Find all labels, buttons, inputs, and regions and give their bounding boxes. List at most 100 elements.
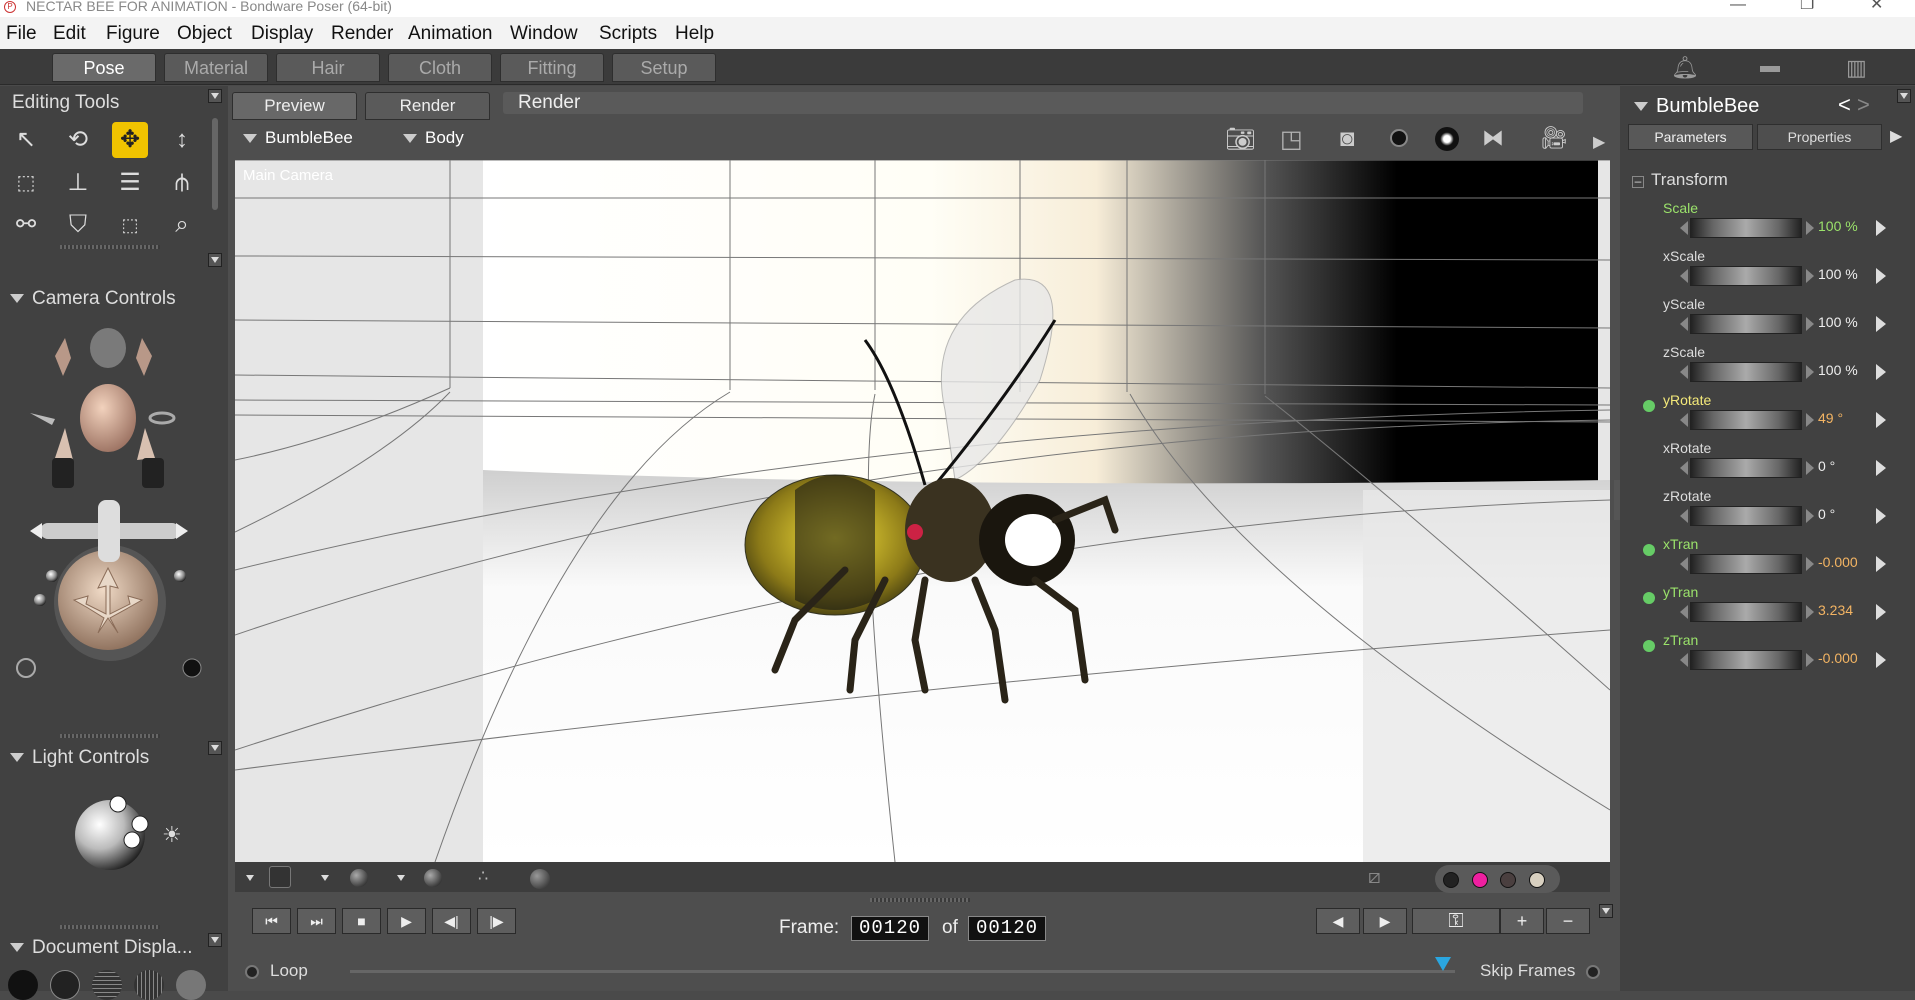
collapse-transform-icon[interactable]: – (1632, 175, 1644, 188)
display-style-outline[interactable] (50, 970, 80, 1000)
param-menu-arrow-icon[interactable] (1876, 268, 1886, 284)
param-dial[interactable] (1690, 410, 1802, 430)
camera-controls-menu-button[interactable] (208, 253, 222, 267)
menu-object[interactable]: Object (177, 23, 232, 45)
dial-decrease-icon[interactable] (1680, 605, 1688, 619)
shading-sphere-icon[interactable] (530, 869, 550, 889)
timeline-menu-button[interactable] (1599, 904, 1613, 918)
dial-increase-icon[interactable] (1806, 653, 1814, 667)
dial-decrease-icon[interactable] (1680, 557, 1688, 571)
param-dial[interactable] (1690, 650, 1802, 670)
dial-increase-icon[interactable] (1806, 509, 1814, 523)
grouping-tool-icon[interactable]: ⛉ (60, 207, 96, 243)
dial-increase-icon[interactable] (1806, 269, 1814, 283)
previous-frame-button[interactable]: ◀| (432, 908, 471, 934)
chain-break-tool-icon[interactable]: ⫛ (164, 165, 200, 201)
next-frame-button[interactable]: |▶ (477, 908, 516, 934)
param-dial[interactable] (1690, 218, 1802, 238)
param-value[interactable]: -0.000 (1818, 650, 1858, 666)
camera-view-icon[interactable]: ◙ (1340, 125, 1355, 153)
dial-decrease-icon[interactable] (1680, 509, 1688, 523)
display-style-lit-wireframe[interactable] (176, 970, 206, 1000)
preview-sphere-icon[interactable] (1390, 129, 1408, 147)
tab-render[interactable]: Render (365, 92, 490, 120)
param-value[interactable]: -0.000 (1818, 554, 1858, 570)
chat-icon[interactable]: ▬ (1760, 55, 1780, 78)
camera-controls-widget[interactable] (10, 318, 210, 688)
param-menu-arrow-icon[interactable] (1876, 604, 1886, 620)
document-display-title[interactable]: Document Displa... (10, 937, 193, 959)
previous-keyframe-button[interactable]: ◀ (1316, 908, 1360, 934)
loop-toggle[interactable] (245, 965, 259, 979)
light-controls-widget[interactable]: ☀ (70, 790, 200, 880)
taper-tool-icon[interactable]: ☰ (112, 165, 148, 201)
color-tool-icon[interactable]: ⚯ (8, 207, 44, 243)
param-menu-arrow-icon[interactable] (1876, 460, 1886, 476)
element-style-menu[interactable] (319, 872, 333, 886)
menu-help[interactable]: Help (675, 23, 714, 45)
body-part-select[interactable]: Body (403, 128, 464, 148)
background-color-swatch[interactable] (1472, 872, 1488, 888)
dial-decrease-icon[interactable] (1680, 461, 1688, 475)
figure-style-box-icon[interactable] (269, 866, 291, 888)
tab-parameters[interactable]: Parameters (1628, 124, 1753, 150)
tab-pose[interactable]: Pose (52, 53, 156, 82)
param-menu-arrow-icon[interactable] (1876, 220, 1886, 236)
parameters-menu-button[interactable] (1897, 89, 1911, 103)
tab-hair[interactable]: Hair (276, 53, 380, 82)
light-controls-menu-button[interactable] (208, 741, 222, 755)
editing-tools-scrollbar[interactable] (212, 118, 218, 210)
param-value[interactable]: 100 % (1818, 362, 1858, 378)
tab-properties[interactable]: Properties (1757, 124, 1882, 150)
document-style-sphere-icon[interactable] (424, 869, 442, 887)
menu-render[interactable]: Render (331, 23, 393, 45)
previous-actor-icon[interactable]: < (1838, 92, 1851, 118)
translate-in-out-tool-icon[interactable]: ↕ (164, 122, 200, 158)
param-menu-arrow-icon[interactable] (1876, 364, 1886, 380)
param-menu-arrow-icon[interactable] (1876, 316, 1886, 332)
menu-scripts[interactable]: Scripts (599, 23, 657, 45)
param-value[interactable]: 100 % (1818, 218, 1858, 234)
camera-controls-title[interactable]: Camera Controls (10, 288, 176, 310)
dial-decrease-icon[interactable] (1680, 221, 1688, 235)
dial-decrease-icon[interactable] (1680, 413, 1688, 427)
area-render-icon[interactable]: ◳ (1280, 125, 1303, 154)
param-value[interactable]: 3.234 (1818, 602, 1853, 618)
element-style-sphere-icon[interactable] (350, 869, 368, 887)
tabs-more-arrow-icon[interactable]: ▶ (1890, 126, 1902, 146)
go-to-end-button[interactable]: ⏭ (297, 908, 336, 934)
param-value[interactable]: 100 % (1818, 266, 1858, 282)
param-dial[interactable] (1690, 458, 1802, 478)
param-value[interactable]: 0 ° (1818, 506, 1835, 522)
add-keyframe-button[interactable]: + (1500, 908, 1544, 934)
ground-color-swatch[interactable] (1529, 872, 1545, 888)
panel-resize-handle[interactable] (1614, 480, 1620, 520)
tab-cloth[interactable]: Cloth (388, 53, 492, 82)
dial-increase-icon[interactable] (1806, 461, 1814, 475)
param-dial[interactable] (1690, 506, 1802, 526)
document-style-menu[interactable] (395, 872, 409, 886)
viewport-3d[interactable]: Main Camera (235, 160, 1610, 862)
panel-divider-handle[interactable] (60, 245, 160, 249)
skip-frames-toggle[interactable] (1586, 965, 1600, 979)
dial-decrease-icon[interactable] (1680, 365, 1688, 379)
param-dial[interactable] (1690, 314, 1802, 334)
display-style-hidden-line[interactable] (134, 970, 164, 1000)
tab-preview[interactable]: Preview (232, 92, 357, 120)
multi-sphere-icon[interactable]: ∴ (478, 866, 508, 890)
rewind-button[interactable]: ⏮ (252, 908, 291, 934)
dial-increase-icon[interactable] (1806, 221, 1814, 235)
stop-button[interactable]: ■ (342, 908, 381, 934)
param-menu-arrow-icon[interactable] (1876, 556, 1886, 572)
magnify-icon[interactable]: ⌕ (164, 207, 200, 243)
ruler-icon[interactable]: ⧄ (1368, 866, 1381, 889)
editing-tools-menu-button[interactable] (208, 89, 222, 103)
menu-display[interactable]: Display (251, 23, 313, 45)
document-display-menu-button[interactable] (208, 933, 222, 947)
dial-decrease-icon[interactable] (1680, 653, 1688, 667)
menu-figure[interactable]: Figure (106, 23, 160, 45)
render-sphere-icon[interactable] (1435, 127, 1459, 151)
figure-style-menu[interactable] (244, 872, 258, 886)
param-menu-arrow-icon[interactable] (1876, 508, 1886, 524)
menu-edit[interactable]: Edit (53, 23, 86, 45)
